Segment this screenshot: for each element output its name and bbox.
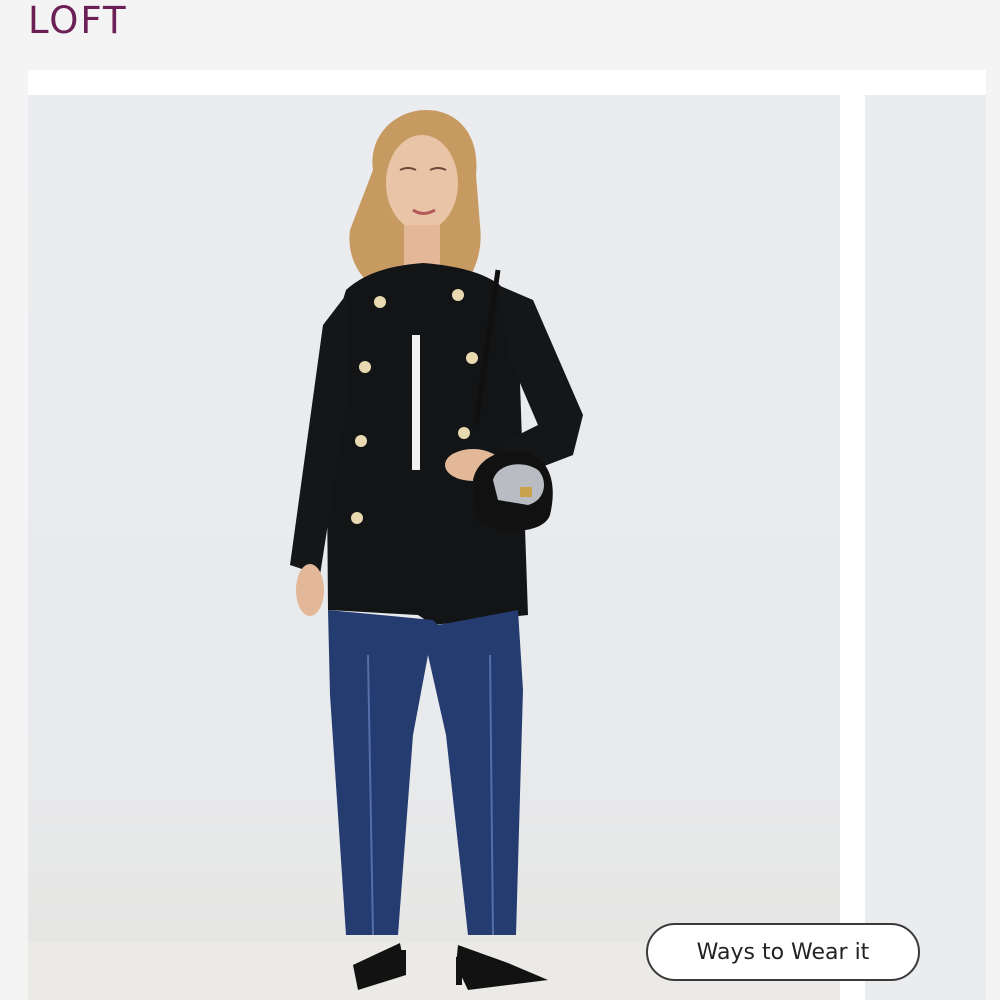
product-image-carousel[interactable] (28, 70, 986, 1000)
header: LOFT (0, 0, 1000, 70)
product-image-next-peek[interactable] (865, 95, 986, 1000)
product-image-main[interactable] (28, 95, 840, 1000)
model-illustration (290, 110, 583, 990)
ways-to-wear-button[interactable]: Ways to Wear it (646, 923, 920, 981)
brand-logo[interactable]: LOFT (28, 0, 128, 42)
